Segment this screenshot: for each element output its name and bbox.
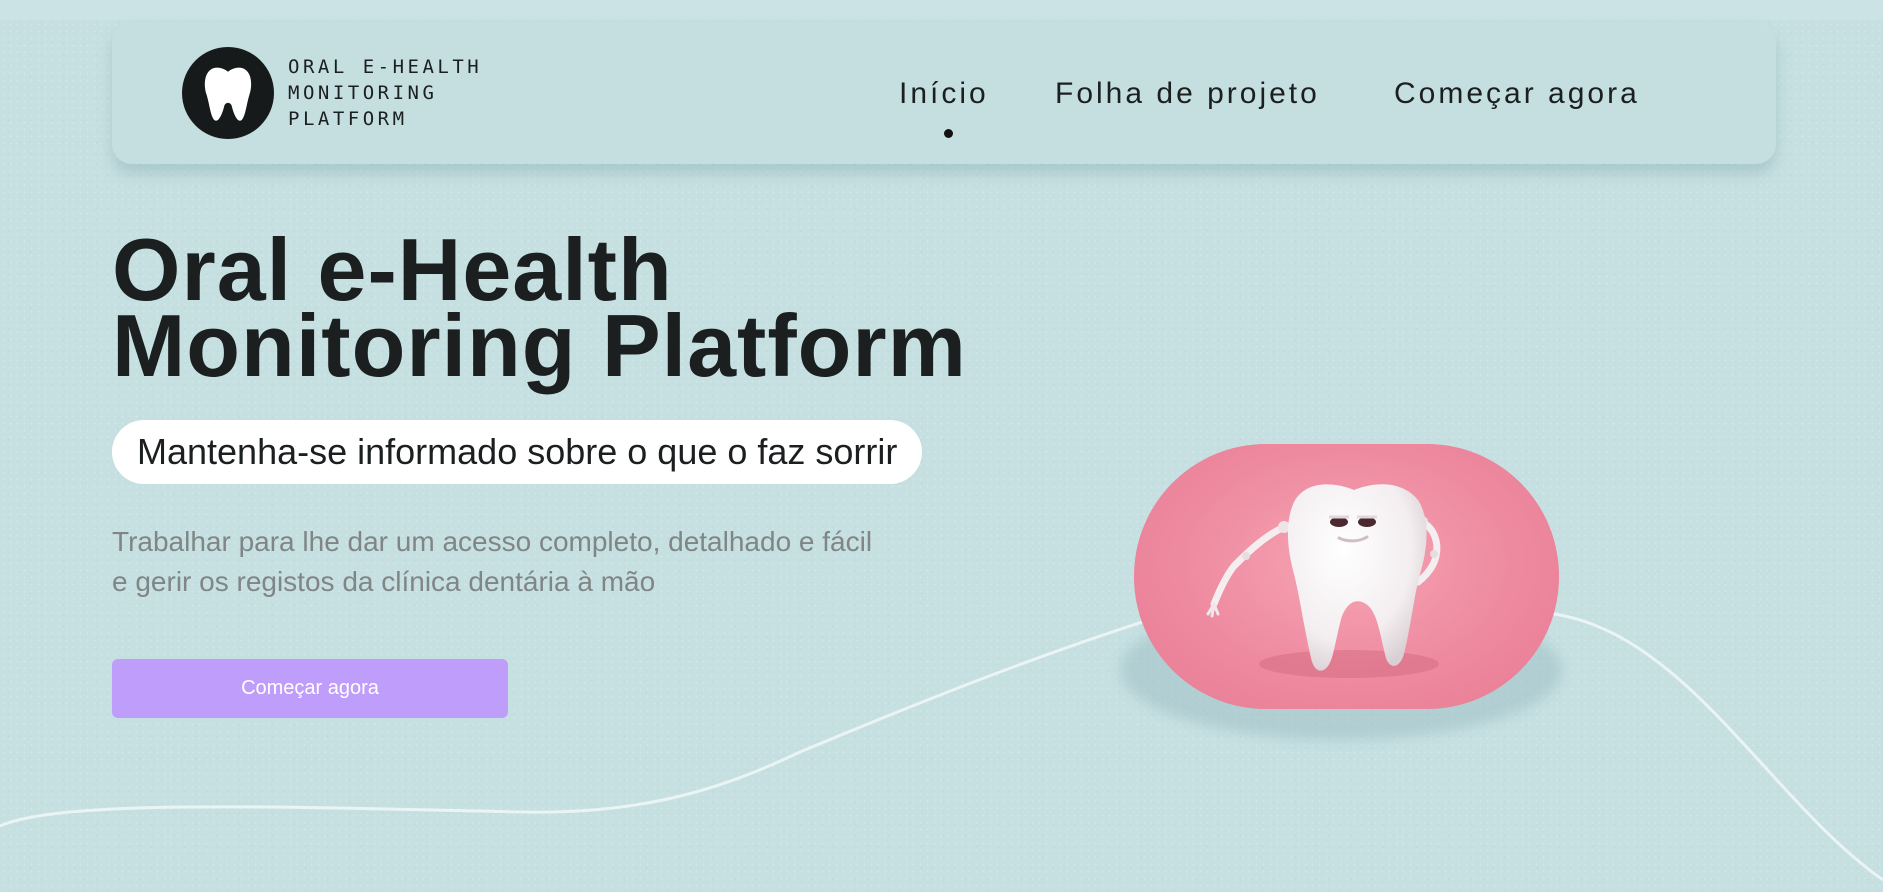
top-strip xyxy=(0,0,1883,20)
site-header: ORAL E-HEALTH MONITORING PLATFORM Início… xyxy=(112,21,1776,164)
hero-title: Oral e-Health Monitoring Platform xyxy=(112,226,967,390)
nav-link-folha-de-projeto[interactable]: Folha de projeto xyxy=(1055,77,1320,111)
hero-description: Trabalhar para lhe dar um acesso complet… xyxy=(112,526,873,597)
nav-link-comecar-agora[interactable]: Começar agora xyxy=(1394,77,1640,111)
hero-title-line-2: Monitoring Platform xyxy=(112,296,967,395)
tagline-text: Mantenha-se informado sobre o que o faz … xyxy=(137,431,898,472)
logo[interactable]: ORAL E-HEALTH MONITORING PLATFORM xyxy=(182,47,508,139)
nav-link-inicio[interactable]: Início xyxy=(899,77,989,138)
tooth-icon xyxy=(182,47,274,139)
nav-link-label: Folha de projeto xyxy=(1055,77,1320,110)
nav-link-label: Início xyxy=(899,77,989,110)
cartoon-tooth-illustration xyxy=(1206,484,1441,678)
hero-image xyxy=(1134,444,1559,709)
active-indicator xyxy=(944,129,953,138)
logo-text: ORAL E-HEALTH MONITORING PLATFORM xyxy=(288,56,483,130)
tagline-pill: Mantenha-se informado sobre o que o faz … xyxy=(112,420,923,484)
get-started-button[interactable]: Começar agora xyxy=(112,659,508,718)
nav-link-label: Começar agora xyxy=(1394,77,1640,110)
